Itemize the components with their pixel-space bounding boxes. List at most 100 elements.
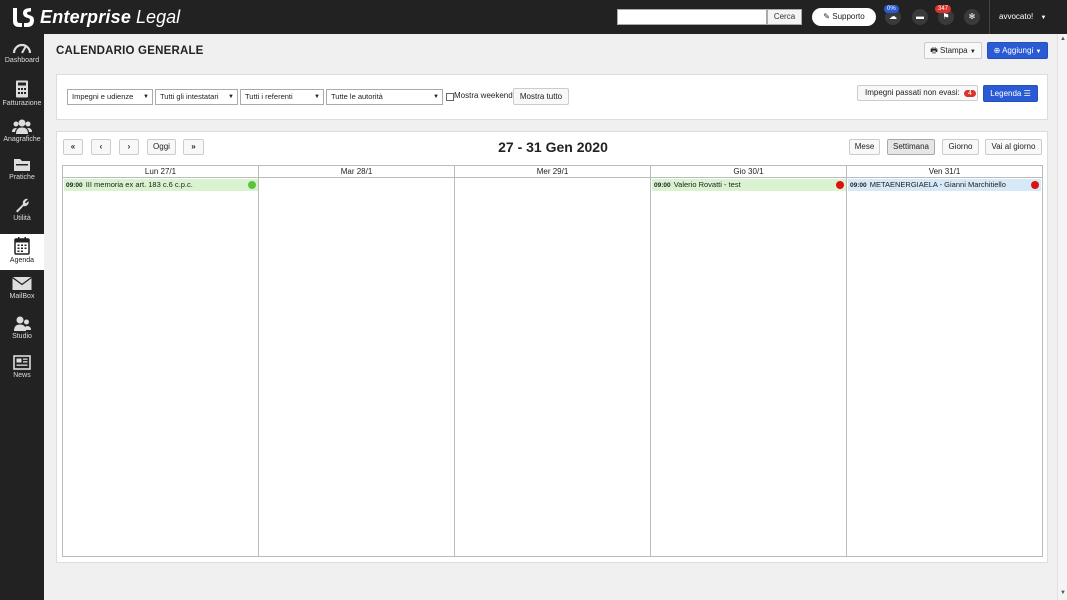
print-button[interactable]: 🖶 Stampa ▼ <box>924 42 982 59</box>
show-all-button[interactable]: Mostra tutto <box>513 88 569 105</box>
calendar-panel: « ‹ › Oggi » 27 - 31 Gen 2020 Mese Setti… <box>56 131 1048 563</box>
newspaper-icon <box>13 355 31 370</box>
sidebar-item-label: MailBox <box>9 293 35 300</box>
plus-circle-icon: ⊕ <box>993 46 1001 55</box>
event-status-dot <box>1031 181 1039 189</box>
event-title: III memoria ex art. 183 c.6 c.p.c. <box>85 180 193 189</box>
holders-select[interactable]: Tutti gli intestatari ▼ <box>155 89 238 105</box>
event-time: 09:00 <box>850 182 867 189</box>
flag-icon: ⚑ <box>942 12 950 21</box>
sidebar-item-utilita[interactable]: Utilità <box>0 197 44 227</box>
event-title: METAENERGIAELA - Gianni Marchitiello <box>869 180 1006 189</box>
chevron-down-icon: ▼ <box>314 94 320 100</box>
sidebar-item-dashboard[interactable]: Dashboard <box>0 39 44 73</box>
event-status-dot <box>248 181 256 189</box>
add-label: Aggiungi <box>1002 46 1034 55</box>
main-content: CALENDARIO GENERALE 🖶 Stampa ▼ ⊕ Aggiung… <box>44 34 1057 600</box>
caret-down-icon: ▼ <box>1035 49 1042 55</box>
chevron-down-icon: ▼ <box>433 94 439 100</box>
page-title: CALENDARIO GENERALE <box>56 45 204 57</box>
logo-text-light: Legal <box>136 6 181 27</box>
day-header: Mar 28/1 <box>259 166 454 178</box>
referents-select[interactable]: Tutti i referenti ▼ <box>240 89 324 105</box>
overdue-label: Impegni passati non evasi: <box>865 88 960 97</box>
logo-text-bold: Enterprise <box>40 6 132 27</box>
sidebar-item-studio[interactable]: Studio <box>0 316 44 346</box>
printer-icon: 🖶 <box>930 46 938 55</box>
referents-select-value: Tutti i referenti <box>245 92 293 101</box>
sidebar-item-label: Anagrafiche <box>3 136 41 143</box>
search-input[interactable] <box>617 9 767 25</box>
event-time: 09:00 <box>66 182 83 189</box>
sidebar-item-label: Dashboard <box>4 57 40 64</box>
weekend-checkbox[interactable] <box>446 93 454 101</box>
sidebar-item-pratiche[interactable]: Pratiche <box>0 157 44 187</box>
sidebar-item-mailbox[interactable]: MailBox <box>0 276 44 306</box>
calendar-event[interactable]: 09:00 Valerio Rovatti - test <box>652 179 846 191</box>
day-header: Gio 30/1 <box>651 166 846 178</box>
sidebar-item-label: News <box>13 372 31 379</box>
user-group-icon <box>14 316 31 331</box>
calendar-event[interactable]: 09:00 III memoria ex art. 183 c.6 c.p.c. <box>64 179 258 191</box>
event-status-dot <box>836 181 844 189</box>
chevron-down-icon: ▼ <box>1040 15 1047 21</box>
settings-button[interactable]: ✻ <box>964 9 980 25</box>
cloud-badge: 0% <box>884 5 899 13</box>
list-icon: ☰ <box>1023 89 1031 98</box>
user-name: avvocato! <box>999 12 1034 21</box>
chevron-down-icon: ▼ <box>143 94 149 100</box>
page-scrollbar[interactable]: ▲ ▼ <box>1057 34 1067 600</box>
sidebar-item-label: Agenda <box>9 257 35 264</box>
authorities-select[interactable]: Tutte le autorità ▼ <box>326 89 443 105</box>
support-label: Supporto <box>832 12 865 21</box>
day-header: Ven 31/1 <box>847 166 1042 178</box>
sidebar-item-label: Utilità <box>13 215 31 222</box>
top-navbar: Enterprise Legal Cerca ✎ Supporto ☁ 0% ▬… <box>0 0 1067 34</box>
search-button[interactable]: Cerca <box>767 9 802 25</box>
pencil-icon: ✎ <box>823 12 830 21</box>
calculator-icon <box>16 80 28 98</box>
day-column[interactable]: Gio 30/1 09:00 Valerio Rovatti - test <box>651 166 847 556</box>
day-column[interactable]: Ven 31/1 09:00 METAENERGIAELA - Gianni M… <box>847 166 1042 556</box>
scroll-down-icon[interactable]: ▼ <box>1060 590 1066 596</box>
user-menu[interactable]: avvocato! ▼ <box>989 0 1047 34</box>
add-button[interactable]: ⊕ Aggiungi ▼ <box>987 42 1048 59</box>
view-week-button[interactable]: Settimana <box>887 139 935 155</box>
sidebar: Dashboard Fatturazione Anagrafiche Prati… <box>0 34 44 600</box>
calendar-event[interactable]: 09:00 METAENERGIAELA - Gianni Marchitiel… <box>848 179 1041 191</box>
gear-icon: ✻ <box>968 12 976 21</box>
day-column[interactable]: Mer 29/1 <box>455 166 651 556</box>
day-column[interactable]: Lun 27/1 09:00 III memoria ex art. 183 c… <box>63 166 259 556</box>
logo-mark-icon <box>13 8 34 27</box>
sidebar-item-fatturazione[interactable]: Fatturazione <box>0 80 44 112</box>
authorities-select-value: Tutte le autorità <box>331 92 383 101</box>
overdue-button[interactable]: Impegni passati non evasi: 4 <box>857 85 978 101</box>
view-month-button[interactable]: Mese <box>849 139 880 155</box>
scroll-up-icon[interactable]: ▲ <box>1060 36 1066 42</box>
gauge-icon <box>12 43 32 54</box>
calendar-icon <box>14 237 30 255</box>
holders-select-value: Tutti gli intestatari <box>160 92 219 101</box>
view-day-button[interactable]: Giorno <box>942 139 979 155</box>
notifications-badge: 347 <box>935 5 952 13</box>
type-select-value: Impegni e udienze <box>72 92 134 101</box>
support-button[interactable]: ✎ Supporto <box>812 8 876 26</box>
event-time: 09:00 <box>654 182 671 189</box>
app-logo[interactable]: Enterprise Legal <box>10 5 180 29</box>
sidebar-item-anagrafiche[interactable]: Anagrafiche <box>0 119 44 149</box>
print-label: Stampa <box>940 46 968 55</box>
sidebar-item-label: Pratiche <box>9 174 35 181</box>
day-column[interactable]: Mar 28/1 <box>259 166 455 556</box>
type-select[interactable]: Impegni e udienze ▼ <box>67 89 153 105</box>
wrench-icon <box>16 198 29 213</box>
day-header: Lun 27/1 <box>63 166 258 178</box>
envelope-icon <box>12 276 32 290</box>
chat-icon: ▬ <box>916 12 924 21</box>
sidebar-item-news[interactable]: News <box>0 355 44 385</box>
sidebar-item-label: Studio <box>12 333 32 340</box>
goto-day-button[interactable]: Vai al giorno <box>985 139 1042 155</box>
week-grid: Lun 27/1 09:00 III memoria ex art. 183 c… <box>62 165 1043 557</box>
sidebar-item-agenda[interactable]: Agenda <box>0 234 44 270</box>
legend-button[interactable]: Legenda ☰ <box>983 85 1038 102</box>
messages-button[interactable]: ▬ <box>912 9 928 25</box>
